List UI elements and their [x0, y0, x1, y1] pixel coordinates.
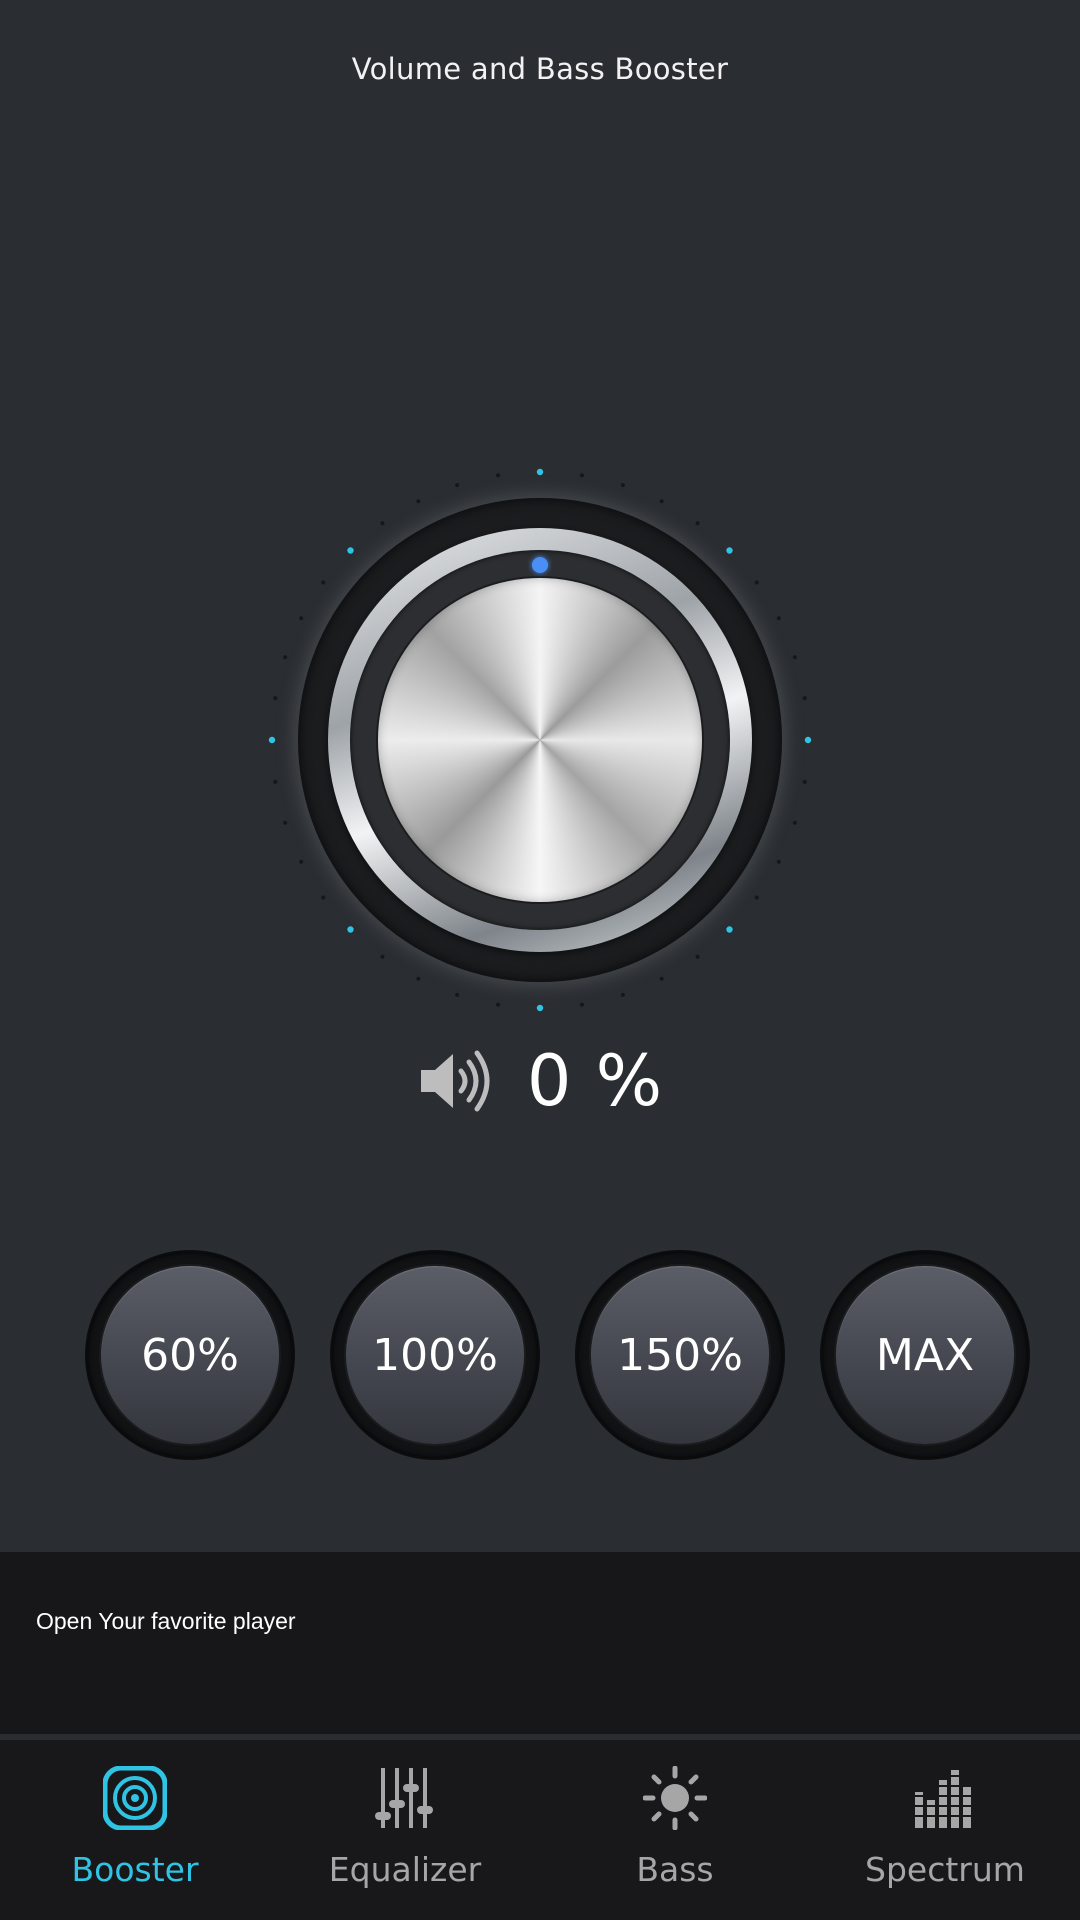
tab-label: Booster: [71, 1850, 199, 1889]
dial-tick-minor: [380, 521, 385, 526]
dial-tick-minor: [321, 580, 326, 585]
dial-tick-minor: [620, 992, 625, 997]
dial-tick-minor: [380, 954, 385, 959]
dial-tick-minor: [802, 696, 807, 701]
tab-label: Equalizer: [328, 1850, 482, 1889]
speaker-icon: [420, 1050, 490, 1112]
dial-tick-major: [347, 547, 354, 554]
dial-tick-minor: [776, 859, 781, 864]
equalizer-icon: [375, 1768, 433, 1828]
dial-tick-minor: [695, 954, 700, 959]
dial-tick-minor: [273, 779, 278, 784]
dial-tick-minor: [695, 521, 700, 526]
preset-100-button[interactable]: 100%: [332, 1252, 538, 1458]
dial-tick-minor: [299, 616, 304, 621]
volume-percent: 0 %: [526, 1040, 664, 1122]
dial-tick-minor: [776, 616, 781, 621]
dial-tick-major: [726, 926, 733, 933]
app-screen: Volume and Bass Booster 0 % 60% 100% 150…: [0, 0, 1080, 1920]
dial-tick-minor: [416, 499, 421, 504]
open-player-banner[interactable]: Open Your favorite player: [0, 1552, 1080, 1734]
booster-icon: [103, 1766, 167, 1830]
dial-tick-minor: [659, 976, 664, 981]
dial-tick-minor: [754, 580, 759, 585]
tab-booster[interactable]: Booster: [0, 1740, 270, 1920]
dial-tick-major: [804, 736, 812, 744]
dial-tick-major: [347, 926, 354, 933]
dial-tick-minor: [579, 473, 584, 478]
dial-tick-minor: [579, 1002, 584, 1007]
tab-label: Spectrum: [865, 1850, 1025, 1889]
dial-tick-minor: [455, 992, 460, 997]
preset-60-button[interactable]: 60%: [87, 1252, 293, 1458]
dial-tick-major: [726, 547, 733, 554]
dial-tick-minor: [620, 483, 625, 488]
dial-tick-major: [536, 468, 544, 476]
dial-tick-minor: [299, 859, 304, 864]
app-title: Volume and Bass Booster: [351, 52, 729, 86]
dial-tick-minor: [273, 696, 278, 701]
bottom-nav: Booster Equalizer Bass Spectrum: [0, 1740, 1080, 1920]
spectrum-icon: [913, 1770, 977, 1828]
dial-tick-major: [268, 736, 276, 744]
dial-tick-minor: [283, 655, 288, 660]
dial-tick-minor: [802, 779, 807, 784]
dial-tick-minor: [416, 976, 421, 981]
dial-tick-minor: [792, 655, 797, 660]
knob-indicator-dot: [532, 557, 548, 573]
dial-tick-minor: [455, 483, 460, 488]
dial-tick-minor: [496, 1002, 501, 1007]
tab-bass[interactable]: Bass: [540, 1740, 810, 1920]
volume-knob-area[interactable]: [260, 460, 820, 1020]
tab-spectrum[interactable]: Spectrum: [810, 1740, 1080, 1920]
bass-icon: [643, 1766, 707, 1830]
preset-150-button[interactable]: 150%: [577, 1252, 783, 1458]
banner-text: Open Your favorite player: [36, 1608, 296, 1634]
preset-buttons: 60% 100% 150% MAX: [0, 1252, 1080, 1462]
preset-label: 60%: [101, 1266, 279, 1444]
dial-tick-minor: [496, 473, 501, 478]
dial-tick-minor: [321, 895, 326, 900]
dial-tick-minor: [792, 820, 797, 825]
preset-label: 150%: [591, 1266, 769, 1444]
dial-tick-minor: [283, 820, 288, 825]
preset-max-button[interactable]: MAX: [822, 1252, 1028, 1458]
tab-label: Bass: [636, 1850, 714, 1889]
preset-label: MAX: [836, 1266, 1014, 1444]
dial-tick-minor: [754, 895, 759, 900]
volume-readout: 0 %: [0, 1040, 1080, 1122]
tab-equalizer[interactable]: Equalizer: [270, 1740, 540, 1920]
preset-label: 100%: [346, 1266, 524, 1444]
dial-tick-minor: [659, 499, 664, 504]
dial-tick-major: [536, 1004, 544, 1012]
volume-knob[interactable]: [378, 578, 702, 902]
